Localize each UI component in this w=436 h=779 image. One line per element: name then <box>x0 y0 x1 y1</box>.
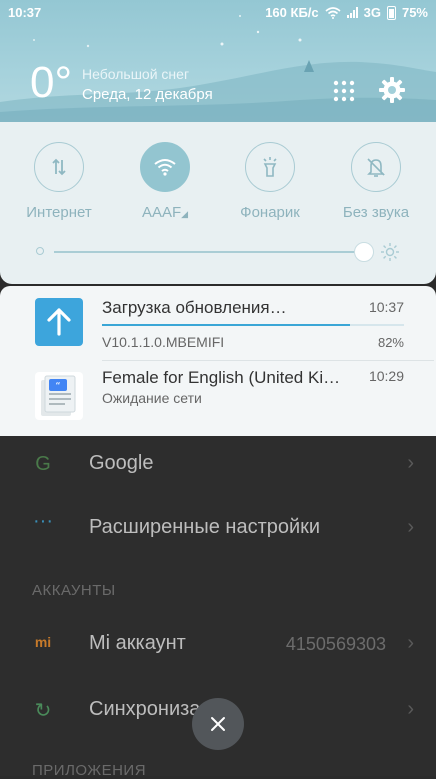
tile-label: Фонарик <box>240 204 300 221</box>
tile-silent[interactable]: Без звука <box>326 142 426 221</box>
status-time: 10:37 <box>8 5 42 20</box>
wifi-icon <box>154 159 176 176</box>
notification-list: Загрузка обновления… 10:37 V10.1.1.0.MBE… <box>0 286 436 436</box>
notification-app-icon: “ <box>35 372 83 420</box>
mi-icon: mi <box>34 634 52 650</box>
more-dots-icon: ··· <box>33 510 53 532</box>
status-icons: 160 КБ/с 3G 75% <box>265 5 428 20</box>
flashlight-icon <box>263 157 277 177</box>
chevron-right-icon: › <box>407 516 414 538</box>
tile-label: Без звука <box>342 204 410 221</box>
wifi-network-name: AAAF <box>141 204 182 221</box>
gear-icon[interactable] <box>378 76 406 104</box>
section-header-apps: ПРИЛОЖЕНИЯ <box>32 762 147 779</box>
chevron-right-icon: › <box>407 452 414 474</box>
weather-temperature[interactable]: 0° <box>30 58 72 108</box>
battery-icon <box>386 5 396 20</box>
settings-row-label: Mi аккаунт <box>89 632 186 654</box>
brightness-thumb[interactable] <box>354 242 374 262</box>
notification-time: 10:37 <box>368 299 404 315</box>
wifi-status-icon <box>325 6 341 19</box>
brightness-track[interactable] <box>54 251 364 253</box>
data-transfer-icon <box>52 158 66 176</box>
weather-date: Среда, 12 декабря <box>82 86 213 103</box>
notification-divider <box>102 360 434 361</box>
tile-label: Интернет <box>26 204 92 221</box>
chevron-right-icon: › <box>407 632 414 654</box>
notification-subtitle: Ожидание сети <box>102 390 202 406</box>
settings-row-mi-account: mi Mi аккаунт 4150569303 › <box>0 614 436 674</box>
tts-document-icon: “ <box>41 375 76 416</box>
notification-title: Загрузка обновления… <box>102 298 287 317</box>
network-speed: 160 КБ/с <box>265 5 319 20</box>
quick-settings-panel: Интернет AAAF◢ Фонарик Без звука <box>0 122 436 284</box>
section-header-accounts: АККАУНТЫ <box>32 582 116 599</box>
settings-row-label: Расширенные настройки <box>89 516 321 538</box>
chevron-right-icon: › <box>407 698 414 720</box>
tile-silent-circle[interactable] <box>351 142 401 192</box>
notification-tts[interactable]: “ Female for English (United Ki… 10:29 О… <box>0 362 436 436</box>
shade-header: 10:37 160 КБ/с 3G 75% 0° Небольшой снег … <box>0 0 436 122</box>
download-progress-bar <box>102 324 404 326</box>
notification-subtitle: V10.1.1.0.MBEMIFI <box>102 334 225 350</box>
tile-wifi[interactable]: AAAF◢ <box>115 142 215 221</box>
bell-off-icon <box>367 158 385 177</box>
notification-time: 10:29 <box>368 368 404 384</box>
tile-internet[interactable]: Интернет <box>9 142 109 221</box>
weather-condition: Небольшой снег <box>82 66 190 82</box>
status-bar: 10:37 160 КБ/с 3G 75% <box>0 0 436 26</box>
notification-app-icon <box>35 298 83 346</box>
sync-icon: ↻ <box>34 700 52 722</box>
brightness-low-icon <box>36 247 44 255</box>
tile-flashlight[interactable]: Фонарик <box>220 142 320 221</box>
download-progress-fill <box>102 324 350 326</box>
tile-flashlight-circle[interactable] <box>245 142 295 192</box>
settings-row-label: Google <box>89 452 154 474</box>
notification-progress-percent: 82% <box>377 335 404 350</box>
battery-percent: 75% <box>401 5 428 20</box>
notification-title: Female for English (United Ki… <box>102 368 341 387</box>
svg-text:“: “ <box>55 381 60 392</box>
settings-row-value: 4150569303 <box>285 634 386 654</box>
grid-icon[interactable] <box>331 78 357 104</box>
google-icon: G <box>35 453 51 475</box>
network-type: 3G <box>363 5 381 20</box>
tile-wifi-circle[interactable] <box>140 142 190 192</box>
notification-update[interactable]: Загрузка обновления… 10:37 V10.1.1.0.MBE… <box>0 286 436 360</box>
brightness-slider[interactable] <box>36 242 406 262</box>
upload-arrow-icon <box>47 308 71 336</box>
close-icon <box>211 717 225 731</box>
clear-notifications-button[interactable] <box>192 698 244 750</box>
signal-icon <box>346 7 358 18</box>
settings-row-google: G Google › <box>0 436 436 496</box>
settings-row-advanced: ··· Расширенные настройки › <box>0 498 436 558</box>
tile-internet-circle[interactable] <box>34 142 84 192</box>
brightness-high-icon <box>381 243 399 261</box>
tile-label: AAAF◢ <box>115 204 215 221</box>
expand-corner-icon: ◢ <box>181 209 189 219</box>
